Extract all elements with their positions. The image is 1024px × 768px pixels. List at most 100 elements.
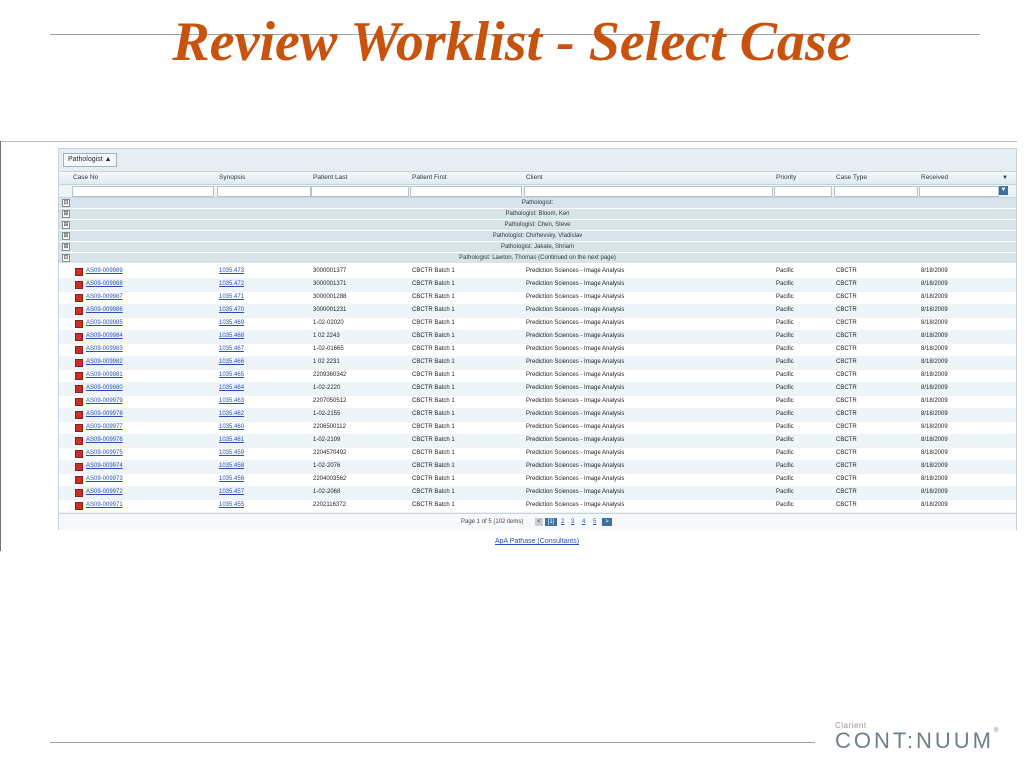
- case-report-icon[interactable]: [75, 463, 83, 471]
- cell-synopsis-link[interactable]: 1035.469: [219, 317, 244, 330]
- pager-next-button[interactable]: >: [602, 518, 612, 526]
- case-report-icon[interactable]: [75, 450, 83, 458]
- footer-link[interactable]: ApA Pathase (Consultants): [495, 538, 579, 545]
- case-report-icon[interactable]: [75, 346, 83, 354]
- pager-prev-button[interactable]: <: [535, 518, 543, 526]
- cell-synopsis-link[interactable]: 1035.470: [219, 304, 244, 317]
- cell-synopsis-link[interactable]: 1035.473: [219, 265, 244, 278]
- table-row[interactable]: AS09-009981 1035.465 2209360342 CBCTR Batch…: [59, 369, 1016, 383]
- cell-synopsis-link[interactable]: 1035.464: [219, 382, 244, 395]
- table-row[interactable]: AS09-009977 1035.460 2206500112 CBCTR Batch…: [59, 421, 1016, 435]
- cell-synopsis-link[interactable]: 1035.467: [219, 343, 244, 356]
- case-report-icon[interactable]: [75, 372, 83, 380]
- col-header-case-type[interactable]: Case Type: [836, 172, 867, 184]
- table-row[interactable]: AS09-009971 1035.455 2202116372 CBCTR Batch…: [59, 499, 1016, 513]
- group-row[interactable]: ⊞ Pathologist: Chen, Steve: [59, 220, 1016, 231]
- table-row[interactable]: AS09-009980 1035.464 1-02-2220 CBCTR Batch …: [59, 382, 1016, 396]
- case-report-icon[interactable]: [75, 437, 83, 445]
- case-report-icon[interactable]: [75, 385, 83, 393]
- cell-case-no-link[interactable]: AS09-009972: [86, 486, 123, 499]
- cell-case-no-link[interactable]: AS09-009987: [86, 291, 123, 304]
- group-row[interactable]: ⊞ Pathologist: Chirhevsky, Vladislav: [59, 231, 1016, 242]
- pager-page-3[interactable]: 3: [571, 514, 574, 530]
- table-row[interactable]: AS09-009988 1035.472 3000001371 CBCTR Batch…: [59, 278, 1016, 292]
- group-row[interactable]: ⊞ Pathologist: Jakate, Shriam: [59, 242, 1016, 253]
- cell-case-no-link[interactable]: AS09-009975: [86, 447, 123, 460]
- cell-synopsis-link[interactable]: 1035.472: [219, 278, 244, 291]
- case-report-icon[interactable]: [75, 333, 83, 341]
- cell-case-no-link[interactable]: AS09-009973: [86, 473, 123, 486]
- cell-synopsis-link[interactable]: 1035.471: [219, 291, 244, 304]
- col-header-priority[interactable]: Priority: [776, 172, 796, 184]
- pager-page-5[interactable]: 5: [593, 514, 596, 530]
- case-report-icon[interactable]: [75, 489, 83, 497]
- case-report-icon[interactable]: [75, 476, 83, 484]
- case-report-icon[interactable]: [75, 294, 83, 302]
- case-report-icon[interactable]: [75, 307, 83, 315]
- table-row[interactable]: AS09-009983 1035.467 1-02-01665 CBCTR Batch…: [59, 343, 1016, 357]
- cell-case-no-link[interactable]: AS09-009983: [86, 343, 123, 356]
- cell-synopsis-link[interactable]: 1035.463: [219, 395, 244, 408]
- case-report-icon[interactable]: [75, 268, 83, 276]
- cell-synopsis-link[interactable]: 1035.457: [219, 486, 244, 499]
- cell-case-no-link[interactable]: AS09-009989: [86, 265, 123, 278]
- cell-synopsis-link[interactable]: 1035.455: [219, 499, 244, 512]
- pager-current-page[interactable]: [1]: [545, 518, 557, 526]
- table-row[interactable]: AS09-009985 1035.469 1-02-02020 CBCTR Batch…: [59, 317, 1016, 331]
- pager-page-4[interactable]: 4: [582, 514, 585, 530]
- cell-synopsis-link[interactable]: 1035.459: [219, 447, 244, 460]
- table-row[interactable]: AS09-009972 1035.457 1-02-2068 CBCTR Batch …: [59, 486, 1016, 500]
- col-header-received[interactable]: Received: [921, 172, 948, 184]
- col-header-patient-first[interactable]: Patient First: [412, 172, 447, 184]
- cell-case-no-link[interactable]: AS09-009988: [86, 278, 123, 291]
- column-menu-icon[interactable]: ▼: [1002, 172, 1008, 184]
- cell-case-no-link[interactable]: AS09-009984: [86, 330, 123, 343]
- filter-case-no[interactable]: [72, 186, 214, 197]
- filter-case-type[interactable]: [834, 186, 918, 197]
- case-report-icon[interactable]: [75, 398, 83, 406]
- group-row[interactable]: ⊞ Pathologist: Bloom, Ken: [59, 209, 1016, 220]
- cell-synopsis-link[interactable]: 1035.462: [219, 408, 244, 421]
- cell-synopsis-link[interactable]: 1035.461: [219, 434, 244, 447]
- table-row[interactable]: AS09-009979 1035.463 2207050512 CBCTR Batch…: [59, 395, 1016, 409]
- col-header-client[interactable]: Client: [526, 172, 543, 184]
- cell-case-no-link[interactable]: AS09-009976: [86, 434, 123, 447]
- col-header-synopsis[interactable]: Synopsis: [219, 172, 245, 184]
- cell-case-no-link[interactable]: AS09-009971: [86, 499, 123, 512]
- filter-patient-first[interactable]: [410, 186, 522, 197]
- cell-synopsis-link[interactable]: 1035.468: [219, 330, 244, 343]
- filter-synopsis[interactable]: [217, 186, 311, 197]
- table-row[interactable]: AS09-009976 1035.461 1-02-2109 CBCTR Batch …: [59, 434, 1016, 448]
- group-row[interactable]: ⊟ Pathologist: Lawton, Thomas (Continued …: [59, 253, 1016, 264]
- filter-dropdown-icon[interactable]: ▼: [999, 186, 1008, 195]
- table-row[interactable]: AS09-009986 1035.470 3000001231 CBCTR Batch…: [59, 304, 1016, 318]
- cell-case-no-link[interactable]: AS09-009982: [86, 356, 123, 369]
- group-row[interactable]: ⊟ Pathologist:: [59, 198, 1016, 209]
- col-header-case-no[interactable]: Case No: [73, 172, 98, 184]
- case-report-icon[interactable]: [75, 359, 83, 367]
- cell-case-no-link[interactable]: AS09-009981: [86, 369, 123, 382]
- cell-case-no-link[interactable]: AS09-009980: [86, 382, 123, 395]
- cell-synopsis-link[interactable]: 1035.458: [219, 460, 244, 473]
- cell-case-no-link[interactable]: AS09-009977: [86, 421, 123, 434]
- cell-case-no-link[interactable]: AS09-009986: [86, 304, 123, 317]
- table-row[interactable]: AS09-009987 1035.471 3000001288 CBCTR Batch…: [59, 291, 1016, 305]
- group-by-chip-pathologist[interactable]: Pathologist ▲: [63, 153, 117, 167]
- table-row[interactable]: AS09-009989 1035.473 3000001377 CBCTR Batch…: [59, 265, 1016, 279]
- filter-client[interactable]: [524, 186, 773, 197]
- table-row[interactable]: AS09-009974 1035.458 1-02-2076 CBCTR Batch …: [59, 460, 1016, 474]
- cell-case-no-link[interactable]: AS09-009979: [86, 395, 123, 408]
- table-row[interactable]: AS09-009973 1035.456 2204003562 CBCTR Batch…: [59, 473, 1016, 487]
- cell-synopsis-link[interactable]: 1035.465: [219, 369, 244, 382]
- table-row[interactable]: AS09-009982 1035.466 1 02 2231 CBCTR Batch …: [59, 356, 1016, 370]
- table-row[interactable]: AS09-009975 1035.459 2204570492 CBCTR Batch…: [59, 447, 1016, 461]
- table-row[interactable]: AS09-009978 1035.462 1-02-2155 CBCTR Batch …: [59, 408, 1016, 422]
- filter-patient-last[interactable]: [311, 186, 409, 197]
- case-report-icon[interactable]: [75, 320, 83, 328]
- cell-synopsis-link[interactable]: 1035.456: [219, 473, 244, 486]
- case-report-icon[interactable]: [75, 424, 83, 432]
- filter-priority[interactable]: [774, 186, 832, 197]
- table-row[interactable]: AS09-009984 1035.468 1 02 2243 CBCTR Batch …: [59, 330, 1016, 344]
- case-report-icon[interactable]: [75, 502, 83, 510]
- cell-case-no-link[interactable]: AS09-009978: [86, 408, 123, 421]
